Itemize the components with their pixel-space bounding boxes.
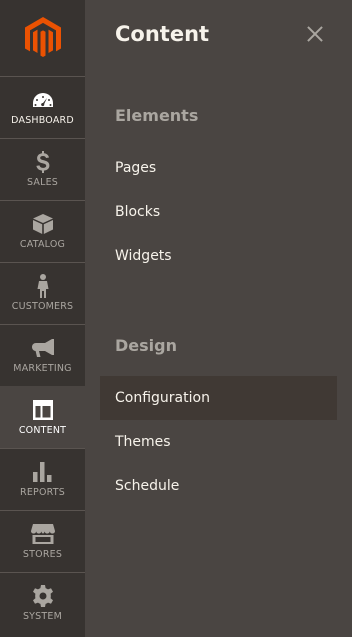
sidebar-item-label: CONTENT (18, 425, 67, 436)
gear-icon (32, 585, 54, 607)
sidebar-item-content[interactable]: CONTENT (0, 386, 85, 448)
main-sidebar: DASHBOARD SALES CATALOG CUSTOMERS MARKET… (0, 0, 85, 637)
sidebar-item-label: STORES (22, 549, 63, 560)
megaphone-icon (31, 337, 54, 359)
panel-title: Content (115, 22, 210, 46)
menu-item-widgets[interactable]: Widgets (100, 234, 337, 278)
dollar-icon (35, 151, 50, 173)
content-submenu-panel: Content Elements Pages Blocks Widgets De… (85, 0, 352, 637)
sidebar-item-dashboard[interactable]: DASHBOARD (0, 76, 85, 138)
sidebar-item-label: REPORTS (20, 487, 65, 498)
magento-logo-icon (24, 17, 61, 57)
person-icon (37, 274, 49, 298)
sidebar-item-label: DASHBOARD (11, 115, 74, 126)
close-icon[interactable] (305, 24, 325, 44)
sidebar-item-catalog[interactable]: CATALOG (0, 200, 85, 262)
menu-item-configuration[interactable]: Configuration (100, 376, 337, 420)
box-icon (32, 213, 53, 235)
group-title-design: Design (115, 336, 177, 355)
sidebar-item-system[interactable]: SYSTEM (0, 572, 85, 634)
sidebar-item-label: CATALOG (19, 239, 66, 250)
sidebar-item-label: SALES (26, 177, 59, 188)
sidebar-item-label: MARKETING (13, 363, 72, 374)
sidebar-item-customers[interactable]: CUSTOMERS (0, 262, 85, 324)
sidebar-item-stores[interactable]: STORES (0, 510, 85, 572)
menu-item-blocks[interactable]: Blocks (100, 190, 337, 234)
speedometer-icon (32, 89, 54, 111)
sidebar-item-marketing[interactable]: MARKETING (0, 324, 85, 386)
sidebar-item-label: SYSTEM (22, 611, 63, 622)
sidebar-item-sales[interactable]: SALES (0, 138, 85, 200)
group-title-elements: Elements (115, 106, 199, 125)
layout-icon (32, 399, 53, 421)
storefront-icon (30, 523, 55, 545)
bar-chart-icon (32, 461, 53, 483)
admin-app: DASHBOARD SALES CATALOG CUSTOMERS MARKET… (0, 0, 352, 637)
menu-item-themes[interactable]: Themes (100, 420, 337, 464)
logo[interactable] (0, 0, 85, 76)
sidebar-item-reports[interactable]: REPORTS (0, 448, 85, 510)
sidebar-item-label: CUSTOMERS (11, 301, 74, 312)
menu-item-schedule[interactable]: Schedule (100, 464, 337, 508)
menu-item-pages[interactable]: Pages (100, 146, 337, 190)
